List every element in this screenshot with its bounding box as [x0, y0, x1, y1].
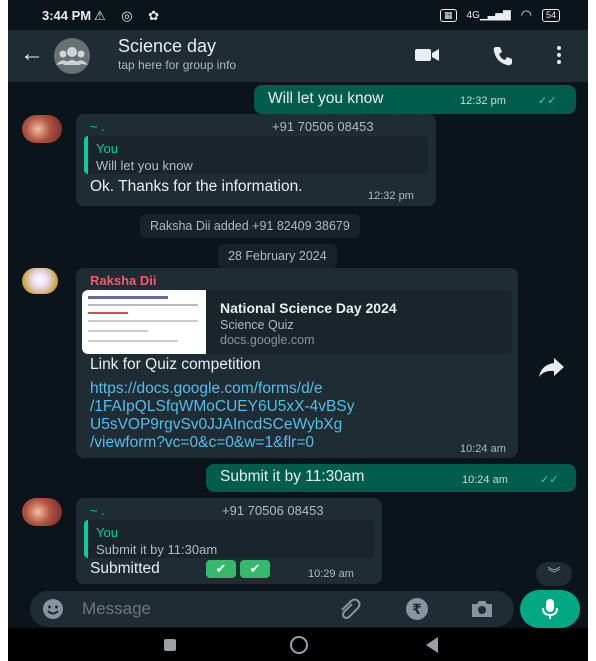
group-icon[interactable]: [54, 38, 90, 74]
signal-label: 4G: [466, 9, 480, 21]
message-incoming[interactable]: ~ . +91 70506 08453 You Submit it by 11:…: [76, 498, 382, 584]
preview-title: National Science Day 2024: [220, 300, 397, 316]
back-nav-icon[interactable]: [426, 637, 438, 653]
message-text: Submit it by 11:30am: [220, 468, 365, 485]
phone-icon[interactable]: [492, 45, 514, 72]
quote-text: Submit it by 11:30am: [96, 542, 218, 557]
status-bar: 3:44 PM ⚠ ◎ ✿ ▦ 4G▁▃▅▇ ◠ 54: [8, 0, 588, 30]
group-subtitle[interactable]: tap here for group info: [118, 58, 236, 72]
message-input-box[interactable]: ₹: [30, 591, 514, 627]
read-receipt-icon: ✓✓: [538, 95, 557, 107]
volte-icon: ▦: [440, 8, 457, 22]
emoji-icon[interactable]: [42, 598, 64, 625]
system-message: Raksha Dii added +91 82409 38679: [140, 214, 360, 238]
avatar[interactable]: [22, 268, 58, 294]
link-preview[interactable]: National Science Day 2024 Science Quiz d…: [82, 290, 512, 354]
mic-icon: [541, 598, 559, 625]
quote-text: Will let you know: [96, 158, 193, 173]
read-receipt-icon: ✓✓: [540, 474, 559, 486]
status-right: ▦ 4G▁▃▅▇ ◠ 54: [440, 7, 560, 23]
recent-apps-icon[interactable]: [164, 639, 176, 651]
system-nav-bar: [8, 628, 588, 661]
avatar[interactable]: [22, 498, 62, 526]
message-caption: Link for Quiz competition: [90, 356, 261, 373]
link-line[interactable]: /1FAIpQLSfqWMoCUEY6U5xX-4vBSy: [90, 398, 354, 416]
message-time: 10:29 am: [308, 568, 354, 580]
mic-button[interactable]: [520, 590, 580, 628]
more-icon[interactable]: [556, 45, 562, 70]
message-time: 12:32 pm: [368, 190, 414, 202]
group-title[interactable]: Science day: [118, 36, 216, 57]
message-text: Submitted: [90, 560, 160, 577]
message-input[interactable]: [82, 597, 302, 621]
message-incoming-link[interactable]: Raksha Dii National Science Day 2024 Sci…: [76, 268, 518, 458]
message-link[interactable]: https://docs.google.com/forms/d/e /1FAIp…: [90, 380, 354, 452]
quoted-message[interactable]: You Submit it by 11:30am: [84, 520, 374, 558]
chat-header[interactable]: ← Science day tap here for group info: [8, 30, 588, 82]
message-text: Will let you know: [268, 90, 384, 107]
battery-level: 54: [545, 9, 556, 20]
status-notification-icons: ⚠ ◎ ✿: [94, 8, 166, 23]
wifi-icon: ◠: [520, 7, 532, 22]
sender-phone: +91 70506 08453: [272, 119, 374, 134]
home-icon[interactable]: [290, 636, 308, 654]
preview-subtitle: Science Quiz: [220, 318, 294, 332]
sender-name: ~ .: [90, 503, 105, 518]
video-call-icon[interactable]: [414, 45, 440, 70]
message-time: 10:24 am: [460, 443, 506, 455]
camera-icon[interactable]: [470, 599, 494, 624]
composer: ₹: [8, 590, 588, 628]
scroll-down-icon[interactable]: ︾: [536, 562, 572, 586]
status-time: 3:44 PM: [42, 8, 92, 23]
back-arrow-icon[interactable]: ←: [20, 40, 44, 68]
attach-icon[interactable]: [338, 598, 362, 625]
link-line[interactable]: https://docs.google.com/forms/d/e: [90, 380, 354, 398]
avatar[interactable]: [22, 115, 62, 143]
signal-icon: 4G▁▃▅▇: [466, 9, 511, 21]
checkmark-emoji-icon: ✔: [240, 560, 270, 578]
sender-name: Raksha Dii: [90, 273, 157, 288]
sender-name: ~ .: [90, 119, 105, 134]
preview-domain: docs.google.com: [220, 333, 315, 347]
quote-sender: You: [96, 525, 118, 540]
forward-icon[interactable]: [536, 356, 566, 380]
quote-sender: You: [96, 141, 118, 156]
chat-area[interactable]: Will let you know 12:32 pm ✓✓ ~ . +91 70…: [8, 82, 588, 590]
message-time: 12:32 pm: [460, 95, 506, 107]
quoted-message[interactable]: You Will let you know: [84, 136, 428, 174]
message-outgoing[interactable]: Submit it by 11:30am 10:24 am ✓✓: [206, 464, 576, 492]
preview-thumbnail: [82, 290, 206, 354]
phone-screen: 3:44 PM ⚠ ◎ ✿ ▦ 4G▁▃▅▇ ◠ 54 ← Science da…: [8, 0, 588, 661]
message-time: 10:24 am: [462, 474, 508, 486]
sender-phone: +91 70506 08453: [222, 503, 324, 518]
rupee-icon[interactable]: ₹: [406, 598, 428, 620]
date-chip: 28 February 2024: [218, 244, 337, 268]
message-incoming[interactable]: ~ . +91 70506 08453 You Will let you kno…: [76, 114, 436, 206]
message-outgoing[interactable]: Will let you know 12:32 pm ✓✓: [254, 85, 576, 114]
link-line[interactable]: /viewform?vc=0&c=0&w=1&flr=0: [90, 434, 354, 452]
battery-icon: 54: [541, 8, 560, 22]
message-text: Ok. Thanks for the information.: [90, 178, 303, 195]
link-line[interactable]: U5sVOP9rgvSv0JJAIncdSCeWybXg: [90, 416, 354, 434]
checkmark-emoji-icon: ✔: [206, 560, 236, 578]
